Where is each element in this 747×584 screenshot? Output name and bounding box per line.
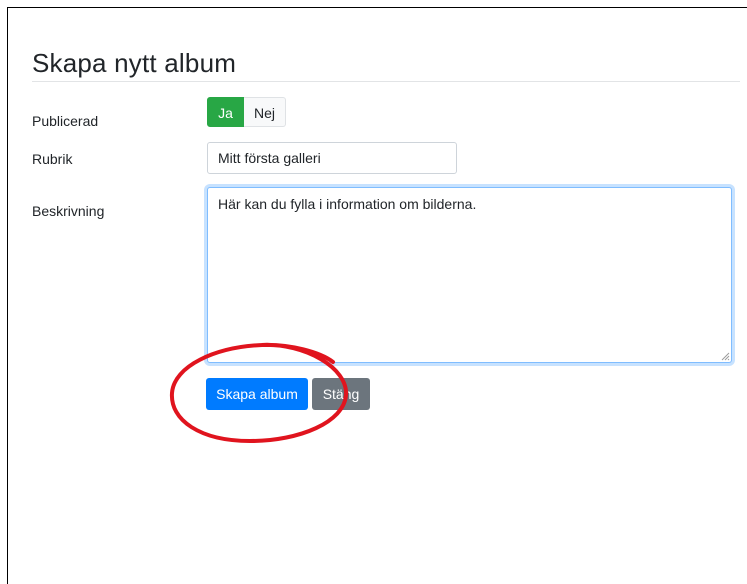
- published-no-button[interactable]: Nej: [244, 97, 286, 127]
- create-album-button[interactable]: Skapa album: [206, 378, 308, 410]
- published-label: Publicerad: [32, 113, 99, 129]
- description-textarea[interactable]: Här kan du fylla i information om bilder…: [207, 187, 732, 363]
- close-button[interactable]: Stäng: [312, 378, 370, 410]
- description-label: Beskrivning: [32, 203, 105, 219]
- resize-handle-icon[interactable]: [720, 351, 730, 361]
- published-toggle-group: Ja Nej: [207, 97, 286, 127]
- title-divider: [32, 81, 740, 82]
- heading-input[interactable]: [207, 142, 457, 174]
- published-yes-button[interactable]: Ja: [207, 97, 244, 127]
- heading-label: Rubrik: [32, 151, 73, 167]
- page-title: Skapa nytt album: [32, 48, 237, 78]
